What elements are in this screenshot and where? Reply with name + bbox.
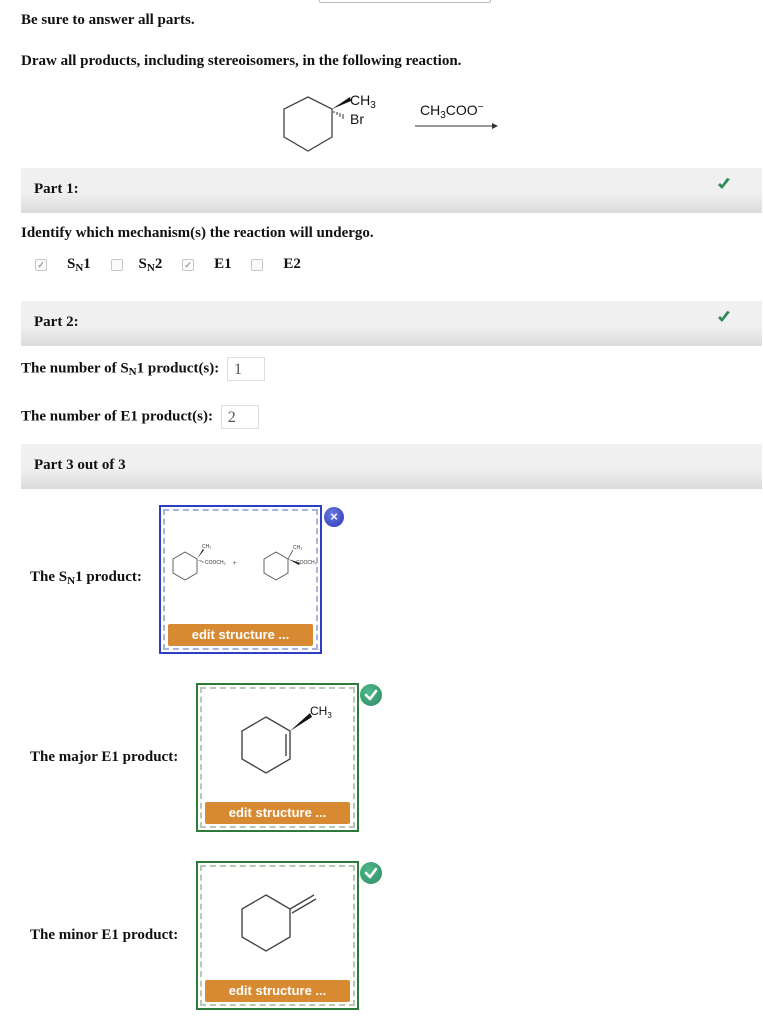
- part3-title: Part 3 out of 3: [34, 457, 126, 473]
- sn1-count-label-end: 1 product(s):: [136, 360, 220, 377]
- major-e1-structure-drawing: CH3: [241, 704, 332, 774]
- sn1-structure-drawing: CH₃ COOCH₃ + CH₃ COOCH₃: [172, 544, 317, 581]
- option-sn1-label: SN1: [67, 256, 91, 274]
- edit-structure-button[interactable]: edit structure ...: [205, 802, 350, 824]
- svg-text:COOCH₃: COOCH₃: [296, 560, 317, 566]
- option-e1-label: E1: [214, 256, 232, 272]
- hash-bond: [333, 111, 344, 119]
- subscript: N: [128, 366, 137, 379]
- close-icon[interactable]: ×: [324, 507, 344, 527]
- check-icon: [718, 178, 730, 189]
- reagent-label: CH3COO−: [420, 102, 484, 121]
- major-e1-structure-box[interactable]: CH3 edit structure ...: [196, 683, 359, 832]
- checkbox-e1[interactable]: ✓: [182, 258, 195, 271]
- ch3-label: CH3: [350, 92, 376, 111]
- wedge-bond: [332, 97, 351, 109]
- check-icon: [718, 311, 730, 322]
- svg-text:CH3: CH3: [310, 704, 332, 720]
- sn1-structure-box[interactable]: CH₃ COOCH₃ + CH₃ COOCH₃ edit structure .…: [159, 505, 322, 654]
- correct-badge-icon: [360, 862, 382, 884]
- sn1-count-input[interactable]: 1: [227, 357, 266, 381]
- top-input-remnant: [319, 0, 491, 3]
- checkbox-e2[interactable]: [251, 258, 264, 271]
- svg-text:CH₃: CH₃: [293, 545, 302, 551]
- e1-count-label: The number of E1 product(s):: [21, 408, 213, 425]
- part1-question: Identify which mechanism(s) the reaction…: [21, 225, 374, 241]
- cyclohexane-reactant: [283, 96, 333, 152]
- part1-header: Part 1:: [21, 168, 762, 213]
- svg-text:CH₃: CH₃: [202, 544, 211, 550]
- checkbox-sn2[interactable]: [110, 258, 123, 271]
- answer-all-note: Be sure to answer all parts.: [21, 12, 195, 28]
- mechanism-options: ✓ SN1 SN2 ✓ E1 E2: [35, 256, 317, 274]
- part1-title: Part 1:: [34, 181, 79, 197]
- sn1-product-label: The SN1 product:: [30, 569, 142, 587]
- checkbox-sn1[interactable]: ✓: [35, 258, 47, 271]
- minor-e1-structure-drawing: [241, 894, 317, 952]
- option-sn2-label: SN2: [138, 256, 163, 274]
- option-e2-label: E2: [283, 256, 301, 272]
- correct-badge-icon: [360, 684, 382, 706]
- sn1-count-label: The number of S: [21, 360, 129, 377]
- part2-title: Part 2:: [34, 314, 79, 330]
- question-prompt: Draw all products, including stereoisome…: [21, 53, 462, 69]
- edit-structure-button[interactable]: edit structure ...: [168, 624, 313, 646]
- part2-header: Part 2:: [21, 301, 762, 346]
- minor-e1-product-label: The minor E1 product:: [30, 927, 179, 943]
- major-e1-product-label: The major E1 product:: [30, 749, 179, 765]
- svg-text:COOCH₃: COOCH₃: [205, 560, 226, 566]
- minor-e1-structure-box[interactable]: edit structure ...: [196, 861, 359, 1010]
- e1-count-row: The number of E1 product(s): 2: [21, 405, 259, 429]
- svg-text:+: +: [233, 561, 237, 567]
- reaction-scheme: CH3 Br CH3COO−: [283, 92, 498, 152]
- arrowhead: [492, 123, 498, 129]
- e1-count-input[interactable]: 2: [220, 405, 259, 429]
- part3-header: Part 3 out of 3: [21, 444, 762, 489]
- sn1-count-row: The number of SN1 product(s): 1: [21, 357, 266, 381]
- br-label: Br: [350, 111, 364, 127]
- edit-structure-button[interactable]: edit structure ...: [205, 980, 350, 1002]
